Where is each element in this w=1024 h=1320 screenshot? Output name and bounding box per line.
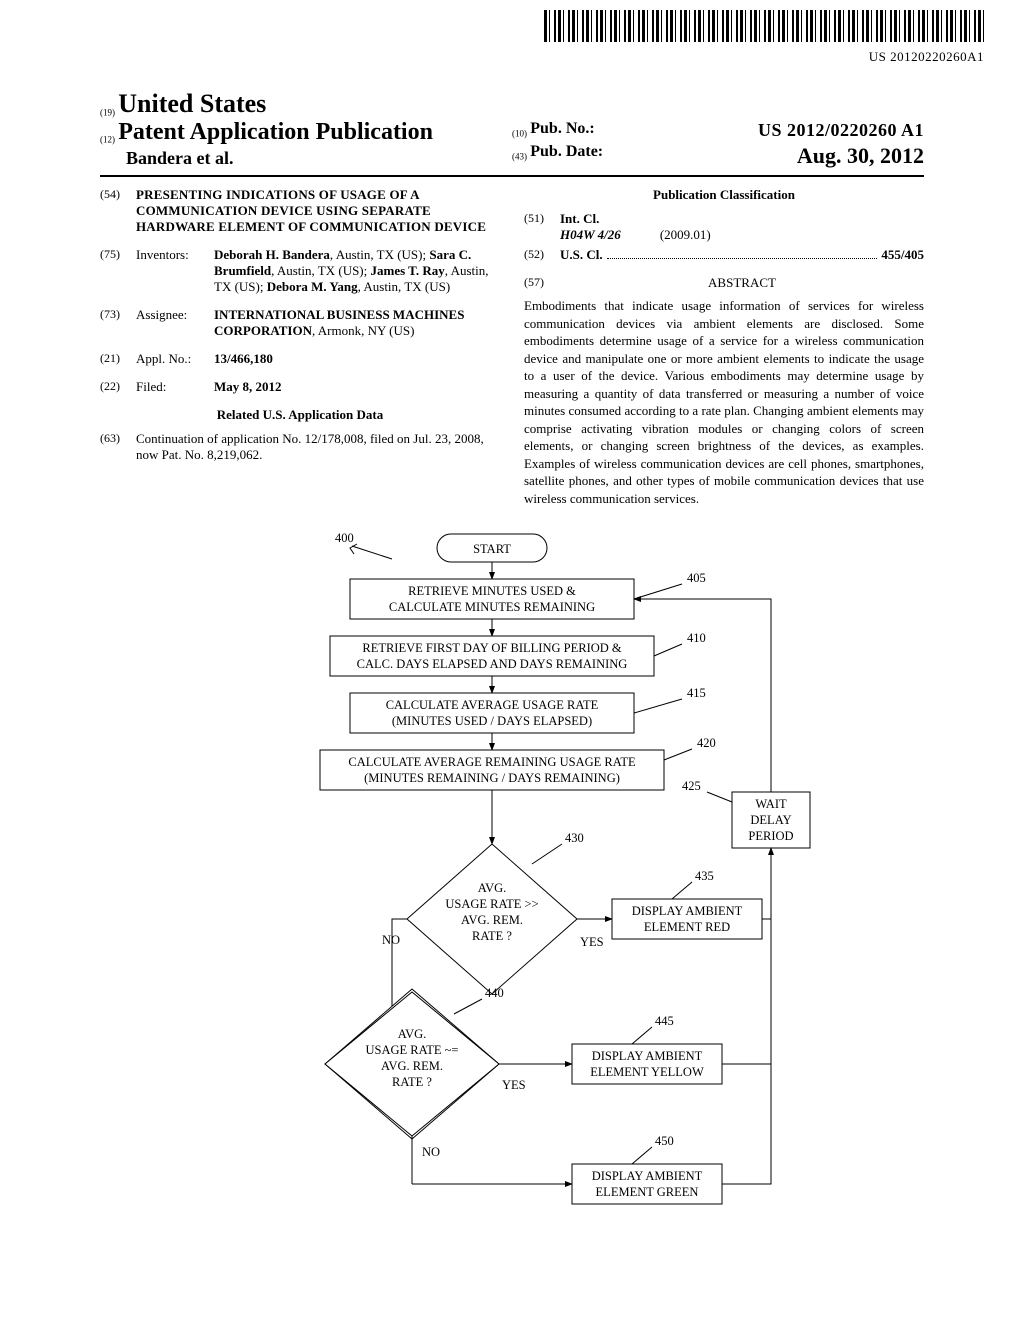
author-names: Bandera et al. [100, 148, 512, 169]
fig-430-num: 430 [565, 831, 584, 845]
field-73-assignee: (73) Assignee: INTERNATIONAL BUSINESS MA… [100, 307, 500, 339]
fig-start: START [473, 542, 511, 556]
country-name: United States [118, 89, 266, 118]
publication-header: (19) United States (12) Patent Applicati… [100, 89, 924, 177]
flowchart-figure: 400 START RETRIEVE MINUTES USED & CALCUL… [100, 524, 924, 1288]
fig-435-l2: ELEMENT RED [644, 920, 730, 934]
fig-440-l2: USAGE RATE ~= [366, 1043, 459, 1057]
fig-430-l2: USAGE RATE >> [445, 897, 538, 911]
code-57: (57) [524, 275, 560, 291]
fig-405-l2: CALCULATE MINUTES REMAINING [389, 600, 595, 614]
code-54: (54) [100, 187, 136, 235]
fig-415-num: 415 [687, 686, 706, 700]
fig-420-num: 420 [697, 736, 716, 750]
fig-430-no: NO [382, 933, 400, 947]
uscl-label: U.S. Cl. [560, 247, 603, 263]
field-54-title: (54) PRESENTING INDICATIONS OF USAGE OF … [100, 187, 500, 235]
filed-label: Filed: [136, 379, 214, 395]
fig-445-l2: ELEMENT YELLOW [590, 1065, 704, 1079]
fig-420-l1: CALCULATE AVERAGE REMAINING USAGE RATE [348, 755, 636, 769]
fig-440-l1: AVG. [398, 1027, 427, 1041]
code-52: (52) [524, 247, 560, 263]
fig-440-yes: YES [502, 1078, 526, 1092]
fig-445-num: 445 [655, 1014, 674, 1028]
code-10: (10) [512, 129, 527, 139]
invention-title: PRESENTING INDICATIONS OF USAGE OF A COM… [136, 187, 500, 235]
code-22: (22) [100, 379, 136, 395]
inventors-label: Inventors: [136, 247, 214, 295]
code-12: (12) [100, 135, 115, 145]
code-21: (21) [100, 351, 136, 367]
fig-435-num: 435 [695, 869, 714, 883]
filed-value: May 8, 2012 [214, 379, 282, 394]
fig-405-l1: RETRIEVE MINUTES USED & [408, 584, 576, 598]
fig-450-num: 450 [655, 1134, 674, 1148]
code-63: (63) [100, 431, 136, 463]
abstract-label: ABSTRACT [560, 275, 924, 291]
fig-435-l1: DISPLAY AMBIENT [632, 904, 743, 918]
field-52-uscl: (52) U.S. Cl. 455/405 [524, 247, 924, 263]
fig-410-num: 410 [687, 631, 706, 645]
fig-440-no: NO [422, 1145, 440, 1159]
assignee-value: INTERNATIONAL BUSINESS MACHINES CORPORAT… [214, 307, 500, 339]
pubdate-value: Aug. 30, 2012 [797, 143, 924, 169]
applno-value: 13/466,180 [214, 351, 273, 366]
barcode-graphic [0, 0, 1024, 47]
code-73: (73) [100, 307, 136, 339]
assignee-label: Assignee: [136, 307, 214, 339]
dotted-leader [607, 248, 878, 259]
fig-425-num: 425 [682, 779, 701, 793]
barcode-text: US 20120220260A1 [0, 49, 1024, 65]
applno-label: Appl. No.: [136, 351, 214, 367]
pubno-value: US 2012/0220260 A1 [758, 120, 924, 141]
continuation-text: Continuation of application No. 12/178,0… [136, 431, 500, 463]
fig-410-l1: RETRIEVE FIRST DAY OF BILLING PERIOD & [362, 641, 622, 655]
uscl-value: 455/405 [881, 247, 924, 263]
related-data-heading: Related U.S. Application Data [100, 407, 500, 423]
field-22-filed: (22) Filed: May 8, 2012 [100, 379, 500, 395]
fig-425-l3: PERIOD [748, 829, 793, 843]
fig-450-l2: ELEMENT GREEN [596, 1185, 699, 1199]
fig-420-l2: (MINUTES REMAINING / DAYS REMAINING) [364, 771, 620, 785]
code-43: (43) [512, 152, 527, 162]
fig-430-l3: AVG. REM. [461, 913, 523, 927]
fig-425-l2: DELAY [750, 813, 791, 827]
fig-425-l1: WAIT [755, 797, 787, 811]
code-75: (75) [100, 247, 136, 295]
fig-410-l2: CALC. DAYS ELAPSED AND DAYS REMAINING [357, 657, 628, 671]
pubno-label: Pub. No.: [530, 120, 594, 137]
field-63-continuation: (63) Continuation of application No. 12/… [100, 431, 500, 463]
fig-440-l4: RATE ? [392, 1075, 432, 1089]
fig-430-l1: AVG. [478, 881, 507, 895]
field-21-appl-no: (21) Appl. No.: 13/466,180 [100, 351, 500, 367]
fig-ref-400: 400 [335, 531, 354, 545]
fig-430-l4: RATE ? [472, 929, 512, 943]
abstract-text: Embodiments that indicate usage informat… [524, 297, 924, 508]
classification-heading: Publication Classification [524, 187, 924, 203]
pubdate-label: Pub. Date: [530, 143, 603, 160]
code-19: (19) [100, 108, 115, 118]
code-51: (51) [524, 211, 560, 243]
fig-445-l1: DISPLAY AMBIENT [592, 1049, 703, 1063]
intcl-date: (2009.01) [660, 227, 711, 242]
inventors-value: Deborah H. Bandera, Austin, TX (US); Sar… [214, 247, 500, 295]
fig-415-l1: CALCULATE AVERAGE USAGE RATE [386, 698, 599, 712]
fig-450-l1: DISPLAY AMBIENT [592, 1169, 703, 1183]
intcl-label: Int. Cl. [560, 211, 924, 227]
fig-405-num: 405 [687, 571, 706, 585]
fig-415-l2: (MINUTES USED / DAYS ELAPSED) [392, 714, 592, 728]
field-57-abstract-heading: (57) ABSTRACT [524, 275, 924, 291]
fig-430-yes: YES [580, 935, 604, 949]
fig-440-num: 440 [485, 986, 504, 1000]
publication-type: Patent Application Publication [118, 119, 433, 145]
field-75-inventors: (75) Inventors: Deborah H. Bandera, Aust… [100, 247, 500, 295]
field-51-intcl: (51) Int. Cl. H04W 4/26 (2009.01) [524, 211, 924, 243]
intcl-class: H04W 4/26 [560, 227, 621, 242]
fig-440-l3: AVG. REM. [381, 1059, 443, 1073]
